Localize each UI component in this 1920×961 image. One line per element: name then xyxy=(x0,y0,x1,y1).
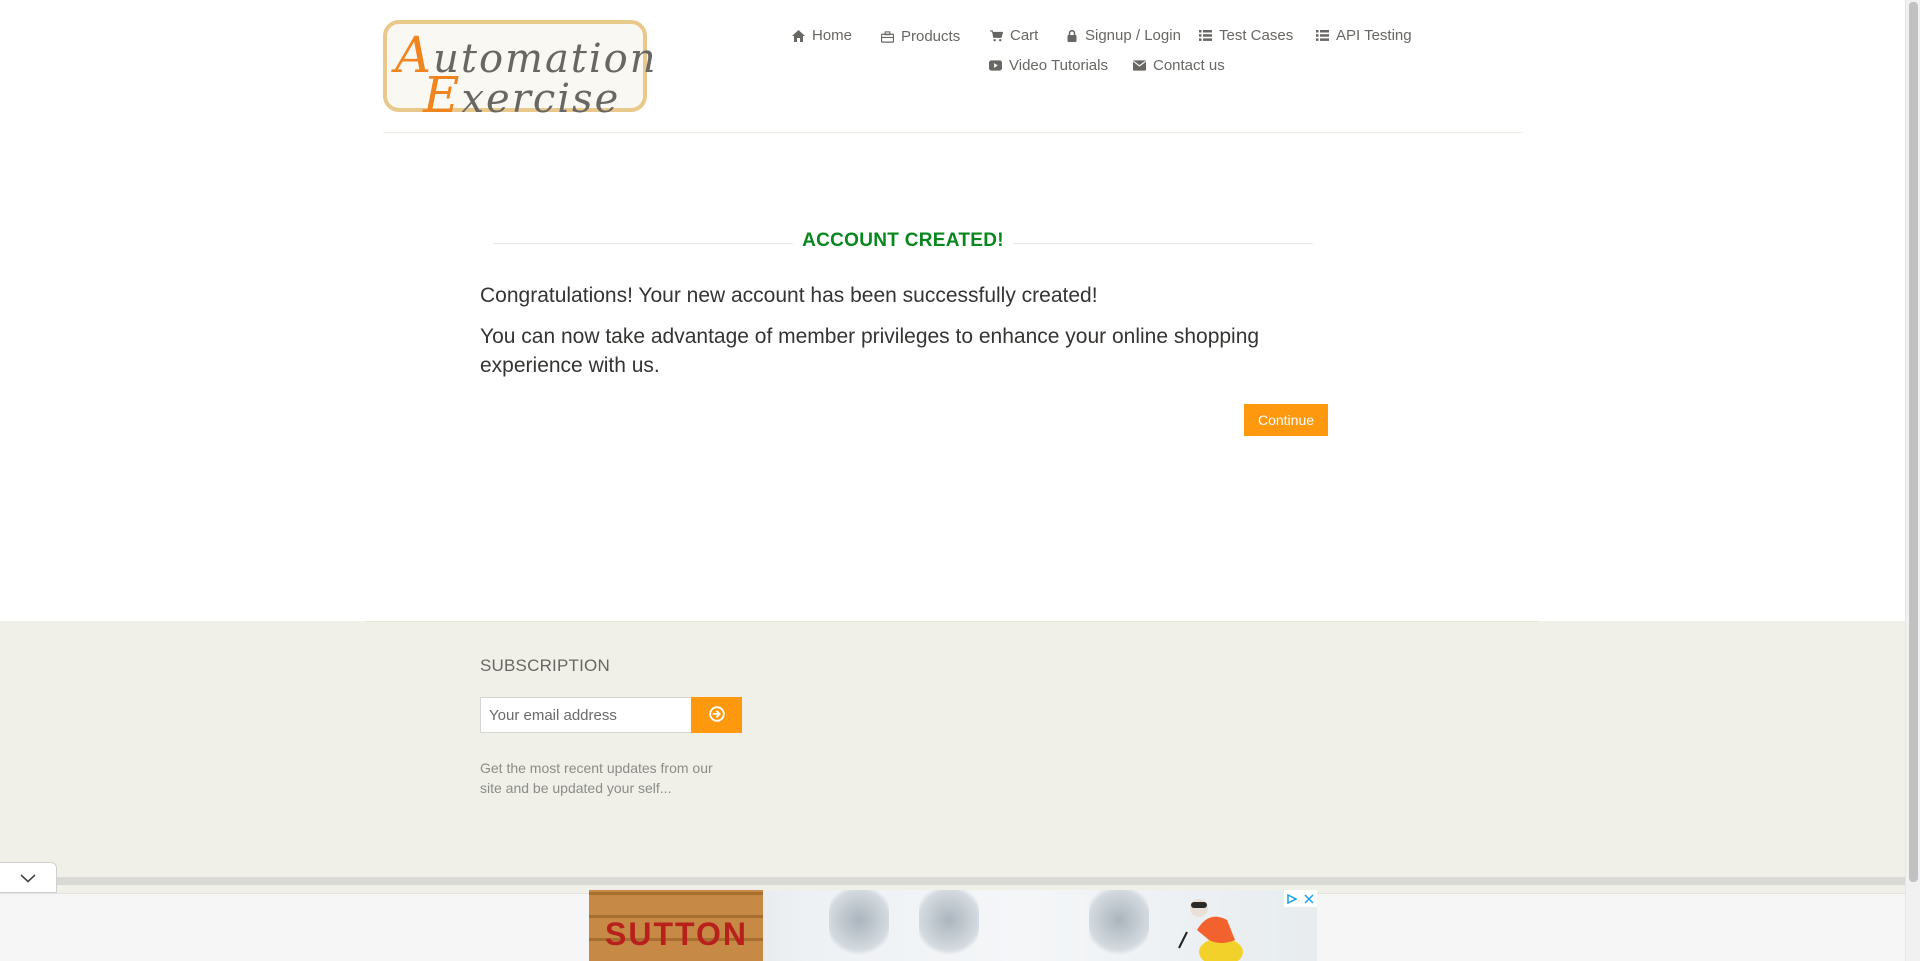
title-divider-right xyxy=(1013,243,1313,244)
title-section: ACCOUNT CREATED! xyxy=(493,228,1313,258)
ad-tree-image xyxy=(919,890,979,960)
site-header xyxy=(0,0,1905,133)
close-icon[interactable] xyxy=(1304,889,1314,908)
logo-line-2: Exercise xyxy=(423,66,621,124)
envelope-icon xyxy=(1133,59,1146,72)
ad-controls xyxy=(1284,890,1317,907)
nav-label: Signup / Login xyxy=(1085,27,1181,44)
arrow-circle-right-icon xyxy=(708,705,725,725)
nav-item-api-testing[interactable]: API Testing xyxy=(1316,27,1412,44)
ad-collapse-toggle[interactable] xyxy=(0,862,57,893)
ad-tree-image xyxy=(1089,890,1149,960)
ad-crate-text: SUTTON xyxy=(605,916,748,952)
nav-label: Products xyxy=(901,28,961,45)
nav-item-products[interactable]: Products xyxy=(881,28,960,45)
lock-icon xyxy=(1065,29,1078,42)
site-logo[interactable]: Automation Exercise xyxy=(383,20,656,124)
nav-item-cart[interactable]: Cart xyxy=(990,27,1038,44)
subscription-title: SUBSCRIPTION xyxy=(480,656,610,675)
nav-label: Home xyxy=(812,27,853,44)
adchoices-icon[interactable] xyxy=(1287,889,1298,908)
subscription-description: Get the most recent updates from our sit… xyxy=(480,760,713,796)
ad-tree-image xyxy=(829,890,889,960)
footer-bottom-strip xyxy=(57,877,1905,885)
ad-banner[interactable]: SUTTON xyxy=(589,890,1317,961)
header-divider xyxy=(383,132,1523,133)
youtube-icon xyxy=(989,59,1002,72)
footer-divider xyxy=(366,621,1538,622)
cart-icon xyxy=(990,29,1003,42)
subscribe-button[interactable] xyxy=(691,697,742,733)
nav-item-home[interactable]: Home xyxy=(792,27,852,44)
nav-item-video-tutorials[interactable]: Video Tutorials xyxy=(989,57,1108,74)
nav-label: Cart xyxy=(1010,27,1039,44)
list-icon xyxy=(1316,29,1329,42)
nav-label: Contact us xyxy=(1153,57,1225,74)
page-scrollbar[interactable] xyxy=(1905,0,1920,961)
subscription-email-input[interactable] xyxy=(480,697,692,733)
continue-button[interactable]: Continue xyxy=(1244,404,1328,436)
nav-item-signup-login[interactable]: Signup / Login xyxy=(1065,27,1181,44)
nav-item-contact-us[interactable]: Contact us xyxy=(1133,57,1225,74)
nav-item-test-cases[interactable]: Test Cases xyxy=(1199,27,1293,44)
nav-label: API Testing xyxy=(1336,27,1412,44)
list-icon xyxy=(1199,29,1212,42)
page-title: ACCOUNT CREATED! xyxy=(802,230,1004,251)
success-message: Congratulations! Your new account has be… xyxy=(480,284,1098,307)
chevron-down-icon xyxy=(20,868,36,887)
scrollbar-thumb[interactable] xyxy=(1909,2,1918,882)
home-icon xyxy=(792,29,805,42)
ad-crate-image: SUTTON xyxy=(589,890,763,961)
privileges-message: You can now take advantage of member pri… xyxy=(480,325,1260,377)
nav-label: Video Tutorials xyxy=(1009,57,1108,74)
ad-skier-image xyxy=(1169,890,1249,961)
products-icon xyxy=(881,30,894,43)
nav-label: Test Cases xyxy=(1219,27,1294,44)
